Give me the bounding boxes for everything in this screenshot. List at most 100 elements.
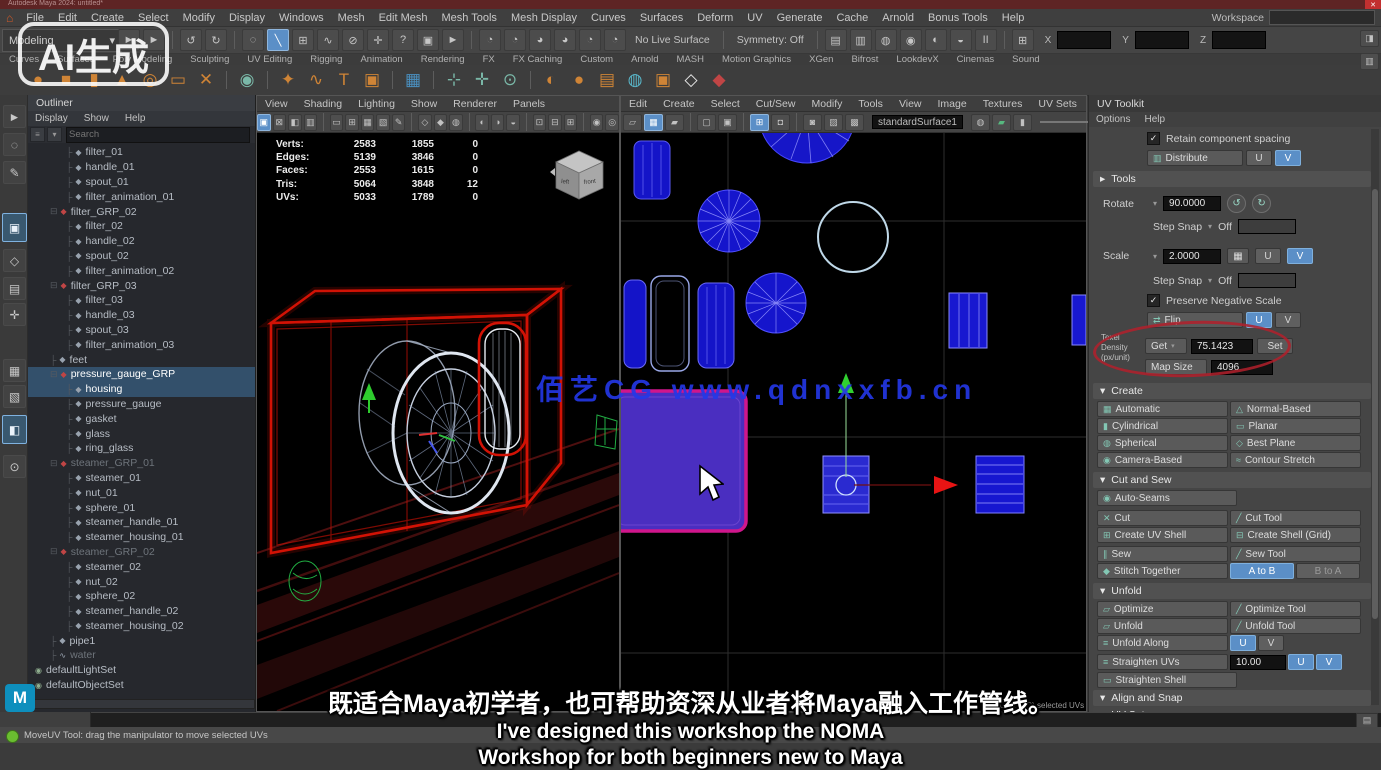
normal-based-button[interactable]: △Normal-Based bbox=[1230, 401, 1361, 417]
wireframe-icon[interactable]: ◇ bbox=[418, 114, 432, 131]
lattice-icon[interactable]: ⊹ bbox=[442, 68, 466, 92]
select-tool-button[interactable]: ► bbox=[3, 105, 26, 128]
uv-menu-uv-sets[interactable]: UV Sets bbox=[1030, 98, 1085, 110]
dim-image-icon[interactable]: ▩ bbox=[845, 114, 864, 131]
uv-menu-select[interactable]: Select bbox=[703, 98, 748, 110]
texture-bake-icon[interactable]: ◉ bbox=[900, 29, 922, 51]
lasso-select-icon[interactable]: ◌ bbox=[242, 29, 264, 51]
construction-5-icon[interactable]: ◔ bbox=[579, 29, 601, 51]
lasso-tool-button[interactable]: ◌ bbox=[3, 133, 26, 156]
channel-box-icon[interactable]: ▥ bbox=[1360, 53, 1379, 70]
view-cube[interactable]: left front bbox=[546, 146, 610, 204]
select-camera-icon[interactable]: ▣ bbox=[257, 114, 271, 131]
grid-toggle-icon[interactable]: ⊞ bbox=[1012, 29, 1034, 51]
unfold-tool-button[interactable]: ╱Unfold Tool bbox=[1230, 618, 1361, 634]
unfold-along-button[interactable]: ≡Unfold Along bbox=[1097, 635, 1228, 651]
swatch-icon[interactable]: ▮ bbox=[1013, 114, 1032, 131]
borders-icon[interactable]: ▢ bbox=[697, 114, 716, 131]
menu-curves[interactable]: Curves bbox=[584, 12, 633, 24]
construction-2-icon[interactable]: ◔ bbox=[504, 29, 526, 51]
chevron-down-icon[interactable]: ▾ bbox=[1153, 199, 1157, 208]
cut-button[interactable]: ✕Cut bbox=[1097, 510, 1228, 526]
menu-help[interactable]: Help bbox=[995, 12, 1032, 24]
paint-select-tool-button[interactable]: ✎ bbox=[3, 161, 26, 184]
expand-toggle-icon[interactable]: ⊟ bbox=[50, 369, 58, 380]
outliner-item-handle-02[interactable]: ├◆handle_02 bbox=[28, 234, 255, 249]
multicut-icon[interactable]: ◆ bbox=[707, 68, 731, 92]
sparkle-icon[interactable]: ✦ bbox=[276, 68, 300, 92]
uv-menu-textures[interactable]: Textures bbox=[975, 98, 1031, 110]
plane-primitive-icon[interactable]: ▭ bbox=[166, 68, 190, 92]
shelf-tab-arnold[interactable]: Arnold bbox=[622, 54, 667, 65]
layout-persp-uv-button[interactable]: ◧ bbox=[2, 415, 27, 444]
outliner-item-nut-02[interactable]: ├◆nut_02 bbox=[28, 574, 255, 589]
outliner-item-handle-01[interactable]: ├◆handle_01 bbox=[28, 160, 255, 175]
section-unfold[interactable]: ▾ Unfold bbox=[1093, 583, 1371, 599]
workspace-dropdown[interactable] bbox=[1269, 10, 1375, 25]
outliner-item-nut-01[interactable]: ├◆nut_01 bbox=[28, 485, 255, 500]
outliner-menu-display[interactable]: Display bbox=[28, 113, 75, 124]
shadows-icon[interactable]: ◑ bbox=[491, 114, 505, 131]
outliner-item-steamer-housing-01[interactable]: ├◆steamer_housing_01 bbox=[28, 530, 255, 545]
pixel-snap-icon[interactable]: ◘ bbox=[771, 114, 790, 131]
undo-icon[interactable]: ↺ bbox=[180, 29, 202, 51]
scale-v-toggle[interactable]: V bbox=[1287, 248, 1313, 264]
outliner-item-sphere-01[interactable]: ├◆sphere_01 bbox=[28, 500, 255, 515]
optimize-button[interactable]: ▱Optimize bbox=[1097, 601, 1228, 617]
texture-name-field[interactable]: standardSurface1 bbox=[872, 115, 963, 129]
view-grid-icon[interactable]: ⊞ bbox=[345, 114, 359, 131]
render-region-icon[interactable]: ▥ bbox=[850, 29, 872, 51]
axis-input-z[interactable] bbox=[1212, 31, 1266, 49]
shade-uvs-icon[interactable]: ▰ bbox=[665, 114, 684, 131]
outliner-item-filter-02[interactable]: ├◆filter_02 bbox=[28, 219, 255, 234]
shelf-tab-fx-caching[interactable]: FX Caching bbox=[504, 54, 572, 65]
symmetry-status[interactable]: Symmetry: Off bbox=[737, 34, 804, 46]
outliner-item-water[interactable]: ├∿water bbox=[28, 648, 255, 663]
text-tool-icon[interactable]: T bbox=[332, 68, 356, 92]
xray-icon[interactable]: ⊟ bbox=[548, 114, 562, 131]
shelf-tab-cinemas[interactable]: Cinemas bbox=[948, 54, 1004, 65]
outliner-item-steamer-01[interactable]: ├◆steamer_01 bbox=[28, 471, 255, 486]
expand-toggle-icon[interactable]: ⊟ bbox=[50, 206, 58, 217]
menu-windows[interactable]: Windows bbox=[272, 12, 331, 24]
line-tool-icon[interactable]: ╲ bbox=[267, 29, 289, 51]
redo-icon[interactable]: ↻ bbox=[205, 29, 227, 51]
straighten-v-toggle[interactable]: V bbox=[1316, 654, 1342, 670]
cursor-icon[interactable]: ► bbox=[442, 29, 464, 51]
create-uv-shell-button[interactable]: ⊞Create UV Shell bbox=[1097, 527, 1228, 543]
axis-input-x[interactable] bbox=[1057, 31, 1111, 49]
create-shell-grid-button[interactable]: ⊟Create Shell (Grid) bbox=[1230, 527, 1361, 543]
toolkit-menu-help[interactable]: Help bbox=[1137, 114, 1172, 125]
layout-single-pane-button[interactable]: ▦ bbox=[3, 359, 26, 382]
outliner-item-filter-01[interactable]: ├◆filter_01 bbox=[28, 145, 255, 160]
stitch-a-to-b-toggle[interactable]: A to B bbox=[1230, 563, 1294, 579]
safe-action-icon[interactable]: ✎ bbox=[392, 114, 406, 131]
bookmark-icon[interactable]: ▥ bbox=[304, 114, 318, 131]
viewport-menu-view[interactable]: View bbox=[257, 98, 296, 110]
outliner-item-glass[interactable]: ├◆glass bbox=[28, 426, 255, 441]
unfold-along-u-toggle[interactable]: U bbox=[1230, 635, 1256, 651]
outliner-item-filter-animation-02[interactable]: ├◆filter_animation_02 bbox=[28, 263, 255, 278]
snap-point-icon[interactable]: ✛ bbox=[367, 29, 389, 51]
preserve-negative-scale-checkbox[interactable]: ✓ Preserve Negative Scale bbox=[1147, 294, 1282, 307]
outliner-menu-show[interactable]: Show bbox=[77, 113, 116, 124]
uv-menu-tools[interactable]: Tools bbox=[850, 98, 891, 110]
smooth-icon[interactable]: ● bbox=[567, 68, 591, 92]
toolkit-menu-options[interactable]: Options bbox=[1089, 114, 1137, 125]
svg-tool-icon[interactable]: ▣ bbox=[360, 68, 384, 92]
outliner-item-filter-grp-03[interactable]: ⊟◆filter_GRP_03 bbox=[28, 278, 255, 293]
shelf-tab-motion-graphics[interactable]: Motion Graphics bbox=[713, 54, 800, 65]
shelf-tab-animation[interactable]: Animation bbox=[351, 54, 411, 65]
pause-icon[interactable]: II bbox=[975, 29, 997, 51]
sculpt-icon[interactable]: ◉ bbox=[235, 68, 259, 92]
outliner-item-pressure-gauge-grp[interactable]: ⊟◆pressure_gauge_GRP bbox=[28, 367, 255, 382]
shelf-tab-mash[interactable]: MASH bbox=[668, 54, 713, 65]
checker-map-icon[interactable]: ▦ bbox=[644, 114, 663, 131]
zoom-tool-button[interactable]: ⊙ bbox=[3, 455, 26, 478]
rotate-value-field[interactable]: 90.0000 bbox=[1163, 196, 1221, 211]
outliner-item-spout-02[interactable]: ├◆spout_02 bbox=[28, 249, 255, 264]
flip-v-toggle[interactable]: V bbox=[1275, 312, 1301, 328]
outliner-item-feet[interactable]: ├◆feet bbox=[28, 352, 255, 367]
sew-tool-button[interactable]: ╱Sew Tool bbox=[1230, 546, 1361, 562]
menu-display[interactable]: Display bbox=[222, 12, 272, 24]
